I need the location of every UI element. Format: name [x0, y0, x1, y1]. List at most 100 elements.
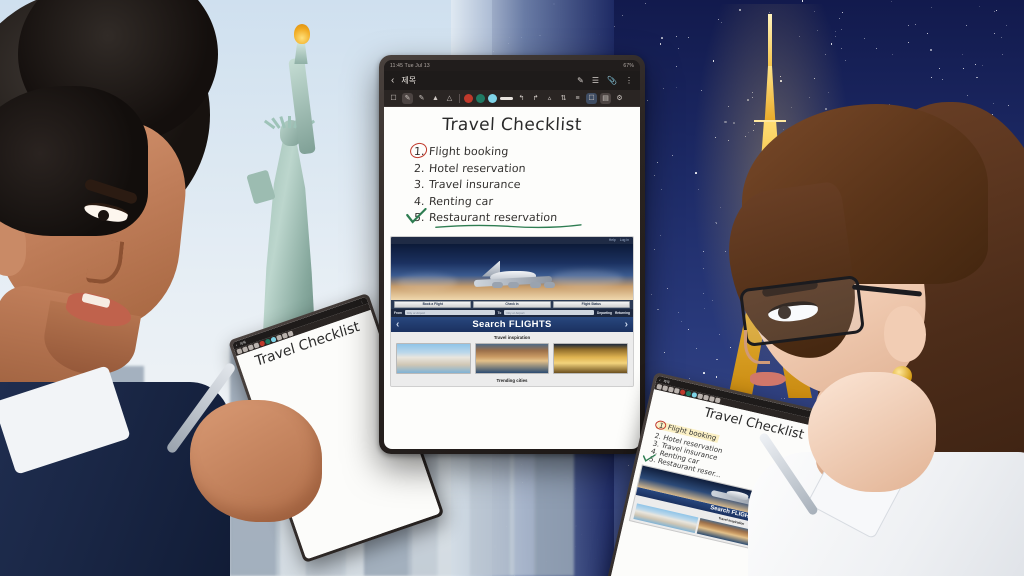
green-underline-annotation — [435, 224, 581, 229]
back-icon[interactable]: ‹ — [659, 377, 661, 382]
hero-banner-airplane — [391, 244, 633, 300]
color-swatch-cyan[interactable] — [691, 392, 696, 397]
more-icon[interactable]: ⋮ — [625, 76, 633, 85]
woman-hand — [808, 372, 936, 492]
image-icon[interactable]: ☐ — [586, 93, 597, 104]
color-swatch-green[interactable] — [476, 94, 485, 103]
text-icon[interactable] — [709, 396, 714, 401]
book-icon[interactable]: ☰ — [592, 76, 599, 85]
man-drawing-hand-group — [190, 392, 340, 542]
highlighter-icon[interactable]: ✎ — [416, 93, 427, 104]
more-tools-icon[interactable] — [715, 398, 720, 403]
flight-booking-browser[interactable]: Help Log in Book a Flight Check in Fligh… — [390, 236, 634, 387]
inspiration-heading: Travel inspiration — [391, 335, 633, 340]
back-icon[interactable]: ‹ — [391, 76, 394, 86]
departing-label: Departing — [597, 311, 612, 315]
attachment-icon[interactable]: 📎 — [607, 76, 617, 85]
item-number: 4. — [414, 195, 430, 208]
redo-icon[interactable] — [703, 395, 708, 400]
color-swatch-green[interactable] — [686, 391, 691, 396]
booking-tabs[interactable]: Book a Flight Check in Flight Status — [391, 300, 633, 309]
eraser-icon[interactable] — [674, 388, 679, 393]
search-flights-label: Search FLIGHTS — [472, 319, 551, 330]
note-heading: Travel Checklist — [393, 115, 630, 135]
redo-icon[interactable]: ↱ — [530, 93, 541, 104]
shape-icon[interactable]: △ — [444, 93, 455, 104]
note-canvas[interactable]: Travel Checklist 1. Flight booking 2. Hote… — [384, 107, 640, 449]
carousel-next-icon[interactable]: › — [625, 319, 628, 330]
checklist-item[interactable]: 5. Restaurant reservation — [414, 211, 631, 224]
text-icon[interactable]: ≡ — [572, 93, 583, 104]
tab-check-in[interactable]: Check in — [473, 301, 550, 308]
tablet-screen[interactable]: 11:45 Tue Jul 13 67% ‹ 제목 ✎ ☰ 📎 ⋮ ☐ ✎ ✎ … — [384, 60, 640, 449]
foldable-tablet-device[interactable]: 11:45 Tue Jul 13 67% ‹ 제목 ✎ ☰ 📎 ⋮ ☐ ✎ ✎ … — [379, 55, 645, 454]
search-suffix: FLIGHTS — [509, 319, 552, 330]
cloud-decor — [397, 274, 457, 290]
item-text: Renting car — [429, 195, 494, 208]
transform-icon[interactable]: ⇅ — [558, 93, 569, 104]
login-link[interactable]: Log in — [620, 238, 629, 242]
color-swatch-red[interactable] — [464, 94, 473, 103]
checklist-item[interactable]: 2. Hotel reservation — [414, 162, 631, 175]
plane-engine — [530, 282, 541, 288]
back-icon[interactable]: ‹ — [235, 342, 238, 347]
battery-percent-label: 67% — [623, 63, 634, 69]
drawing-toolbar[interactable]: ☐ ✎ ✎ ▲ △ ↰ ↱ ▵ ⇅ ≡ ☐ ▤ ⚙ — [384, 90, 640, 107]
plane-engine — [508, 282, 519, 288]
plane-engine — [544, 282, 555, 288]
color-swatch-cyan[interactable] — [488, 94, 497, 103]
select-icon[interactable]: ☐ — [388, 93, 399, 104]
from-label: From — [394, 311, 402, 315]
highlighter-icon[interactable] — [668, 387, 673, 392]
tab-book-a-flight[interactable]: Book a Flight — [394, 301, 471, 308]
thumbnail-golden-palace[interactable] — [553, 343, 628, 374]
navbar-actions[interactable]: ✎ ☰ 📎 ⋮ — [577, 76, 633, 85]
returning-label: Returning — [615, 311, 630, 315]
woman-nose — [744, 330, 770, 364]
highlighted-item: 1. Flight booking — [414, 145, 509, 158]
tab-flight-status[interactable]: Flight Status — [553, 301, 630, 308]
pen-icon[interactable]: ✎ — [577, 76, 584, 85]
search-flights-banner[interactable]: ‹ Search FLIGHTS › — [391, 317, 633, 332]
eraser-icon[interactable]: ▲ — [430, 93, 441, 104]
thumbnail-coastal-village[interactable] — [396, 343, 471, 374]
woman-ear — [884, 306, 926, 362]
airplane-illustration — [452, 261, 572, 295]
woman-drawing-hand-group — [790, 372, 950, 532]
man-pupil — [98, 210, 109, 221]
status-bar: 11:45 Tue Jul 13 67% — [384, 60, 640, 71]
status-bar-indicators: 67% — [623, 63, 634, 69]
note-title: 제목 — [401, 75, 416, 86]
template-icon[interactable]: ▤ — [600, 93, 611, 104]
lasso-icon[interactable]: ▵ — [544, 93, 555, 104]
checklist-item[interactable]: 1. Flight booking — [414, 145, 631, 158]
travel-inspiration-section: Travel inspiration Trending cities — [391, 332, 633, 386]
checklist-item[interactable]: 3. Travel insurance — [414, 178, 631, 191]
undo-icon[interactable]: ↰ — [516, 93, 527, 104]
pen-icon[interactable] — [662, 385, 667, 390]
man-hand — [190, 400, 322, 522]
trending-cities-heading: Trending cities — [391, 378, 633, 384]
item-text: Hotel reservation — [429, 162, 527, 175]
stroke-width-icon[interactable] — [500, 97, 513, 100]
woman-lips — [750, 372, 786, 386]
checklist-item[interactable]: 4. Renting car — [414, 195, 631, 208]
more-tools-icon[interactable]: ⚙ — [614, 93, 625, 104]
from-input[interactable]: City or Airport — [405, 310, 495, 315]
search-form-fields[interactable]: From City or Airport To City or Airport … — [391, 309, 633, 317]
to-input[interactable]: City or Airport — [504, 310, 594, 315]
select-icon[interactable] — [656, 384, 661, 389]
help-link[interactable]: Help — [609, 238, 616, 242]
to-label: To — [498, 311, 502, 315]
pen-icon[interactable]: ✎ — [402, 93, 413, 104]
undo-icon[interactable] — [697, 394, 702, 399]
color-swatch-red[interactable] — [680, 389, 685, 394]
status-bar-time: 11:45 Tue Jul 13 — [390, 63, 430, 69]
destination-thumbnails[interactable] — [391, 343, 633, 374]
green-checkmark-icon — [406, 208, 427, 224]
browser-top-links[interactable]: Help Log in — [391, 237, 633, 244]
thumbnail-harbor-marina[interactable] — [475, 343, 550, 374]
carousel-prev-icon[interactable]: ‹ — [396, 319, 399, 330]
item-number: 3. — [414, 178, 430, 191]
plane-engine — [492, 282, 503, 288]
